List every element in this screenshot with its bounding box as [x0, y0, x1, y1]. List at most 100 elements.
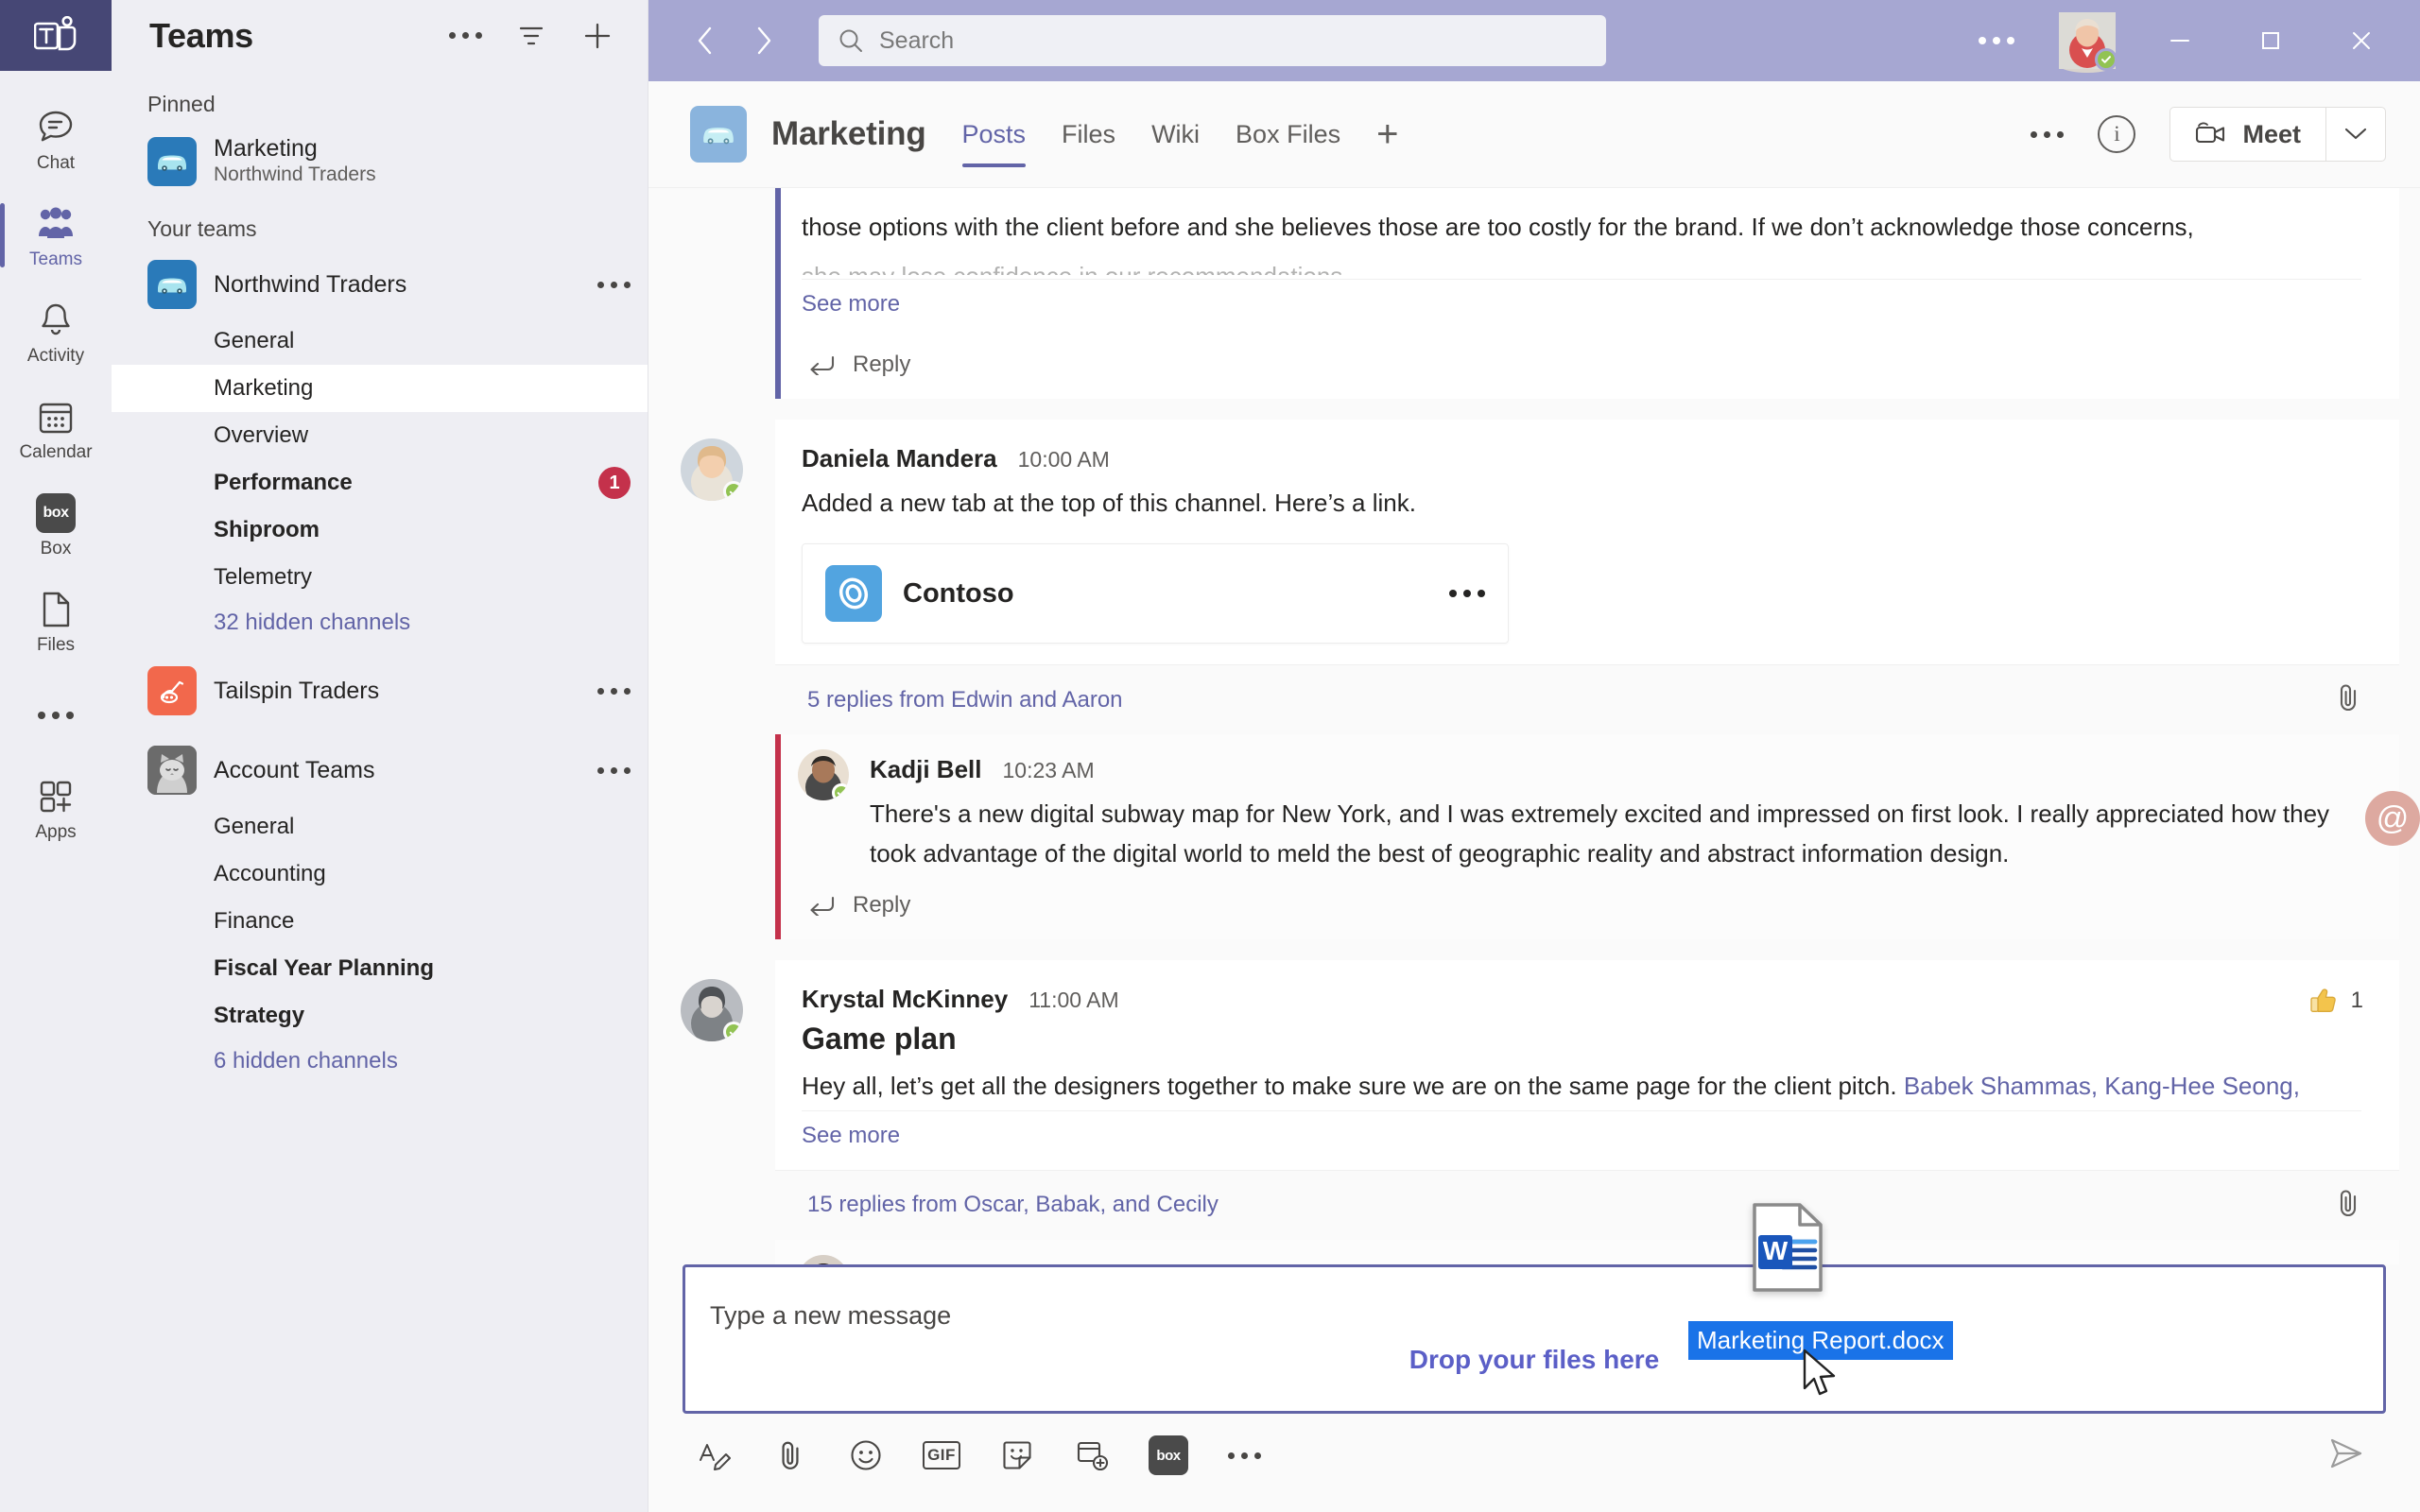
meet-options-button[interactable]	[2326, 108, 2385, 161]
reply-button[interactable]: Reply	[775, 879, 2399, 939]
team-more-options-button[interactable]	[597, 282, 631, 288]
rail-item-chat[interactable]: Chat	[0, 92, 112, 188]
tab-posts[interactable]: Posts	[962, 81, 1027, 188]
box-logo: box	[36, 493, 76, 533]
minimize-button[interactable]	[2153, 14, 2206, 67]
maximize-button[interactable]	[2244, 14, 2297, 67]
channel-account-general[interactable]: General	[112, 803, 648, 850]
paperclip-icon	[2335, 682, 2361, 713]
post-mentions[interactable]: Babek Shammas, Kang-Hee Seong,	[1904, 1072, 2300, 1100]
post-body: those options with the client before and…	[802, 207, 2361, 247]
tailspin-avatar	[147, 666, 197, 715]
message-input[interactable]: Type a new message Drop your files here	[683, 1264, 2386, 1414]
rail-item-label: Apps	[35, 823, 76, 841]
team-more-options-button[interactable]	[597, 688, 631, 695]
see-more-link[interactable]: See more	[802, 291, 900, 318]
replies-link[interactable]: 15 replies from Oscar, Babak, and Cecily	[807, 1192, 1219, 1218]
channel-tabs: Posts Files Wiki Box Files +	[962, 81, 1399, 188]
channel-title: Marketing	[771, 115, 926, 153]
box-icon[interactable]: box	[1148, 1435, 1189, 1476]
team-more-options-button[interactable]	[597, 767, 631, 774]
filter-button[interactable]	[515, 20, 547, 52]
unread-badge: 1	[598, 467, 631, 499]
channel-telemetry[interactable]: Telemetry	[112, 554, 648, 601]
teams-logo-icon	[34, 16, 78, 56]
meet-now-icon[interactable]	[1072, 1435, 1114, 1476]
team-northwind-traders[interactable]: Northwind Traders	[112, 251, 648, 318]
channel-marketing[interactable]: Marketing	[112, 365, 648, 412]
hidden-channels-account-teams[interactable]: 6 hidden channels	[112, 1040, 648, 1083]
link-card-contoso[interactable]: Contoso	[802, 543, 1509, 644]
forward-button[interactable]	[739, 16, 788, 65]
attachment-indicator-icon[interactable]	[2335, 682, 2361, 717]
more-icon	[1228, 1452, 1261, 1459]
teams-more-options-button[interactable]	[449, 20, 481, 52]
reaction-thumbs-up[interactable]: 1	[2308, 985, 2363, 1017]
team-account-teams[interactable]: Account Teams	[112, 737, 648, 803]
more-options-icon[interactable]	[1223, 1435, 1265, 1476]
format-icon[interactable]	[694, 1435, 735, 1476]
filter-icon	[517, 24, 545, 48]
attachment-indicator-icon[interactable]	[2335, 1188, 2361, 1223]
join-or-create-team-button[interactable]	[581, 20, 614, 52]
channel-fiscal-year-planning[interactable]: Fiscal Year Planning	[112, 945, 648, 992]
conversation-list[interactable]: those options with the client before and…	[648, 188, 2420, 1264]
channel-info-button[interactable]: i	[2098, 115, 2135, 153]
channel-label: Fiscal Year Planning	[214, 955, 434, 982]
channel-header: Marketing Posts Files Wiki Box Files + i	[648, 81, 2420, 188]
channel-strategy[interactable]: Strategy	[112, 992, 648, 1040]
sticker-icon[interactable]	[996, 1435, 1038, 1476]
rail-item-calendar[interactable]: Calendar	[0, 381, 112, 477]
link-card-options-button[interactable]	[1449, 590, 1485, 597]
mention-indicator[interactable]: @	[2365, 791, 2420, 846]
channel-accounting[interactable]: Accounting	[112, 850, 648, 898]
channel-header-actions: i Meet	[2031, 107, 2386, 162]
rail-more-apps-button[interactable]	[0, 670, 112, 761]
reply-button[interactable]: Reply	[775, 338, 2399, 399]
user-avatar-button[interactable]	[2059, 12, 2116, 69]
tab-box-files[interactable]: Box Files	[1236, 81, 1340, 188]
post-time: 10:00 AM	[1018, 447, 1110, 472]
send-icon[interactable]	[2327, 1436, 2365, 1475]
hidden-channels-northwind[interactable]: 32 hidden channels	[112, 601, 648, 644]
message-placeholder: Type a new message	[710, 1301, 951, 1331]
channel-general[interactable]: General	[112, 318, 648, 365]
tab-wiki[interactable]: Wiki	[1151, 81, 1200, 188]
see-more-link[interactable]: See more	[802, 1123, 900, 1149]
team-name: Account Teams	[214, 757, 374, 784]
rail-item-box[interactable]: box Box	[0, 477, 112, 574]
attach-icon[interactable]	[769, 1435, 811, 1476]
presence-available-icon	[832, 783, 849, 800]
channel-overview[interactable]: Overview	[112, 412, 648, 459]
rail-item-activity[interactable]: Activity	[0, 284, 112, 381]
app-rail: Chat Teams Activity Calendar	[0, 0, 112, 1512]
back-button[interactable]	[681, 16, 730, 65]
more-icon	[1449, 590, 1485, 597]
chat-icon	[36, 108, 76, 147]
channel-finance[interactable]: Finance	[112, 898, 648, 945]
channel-performance[interactable]: Performance 1	[112, 459, 648, 507]
channel-more-options-button[interactable]	[2031, 131, 2064, 138]
add-tab-button[interactable]: +	[1376, 119, 1398, 149]
team-name: Northwind Traders	[214, 271, 406, 299]
rail-item-label: Chat	[37, 154, 75, 172]
pinned-team-marketing[interactable]: Marketing Northwind Traders	[112, 127, 648, 196]
channel-shiproom[interactable]: Shiproom	[112, 507, 648, 554]
tab-files[interactable]: Files	[1062, 81, 1115, 188]
post-author: Krystal McKinney	[802, 985, 1008, 1014]
team-tailspin-traders[interactable]: Tailspin Traders	[112, 658, 648, 724]
rail-item-files[interactable]: Files	[0, 574, 112, 670]
giphy-icon[interactable]: GIF	[921, 1435, 962, 1476]
replies-link[interactable]: 5 replies from Edwin and Aaron	[807, 687, 1123, 713]
close-button[interactable]	[2335, 14, 2388, 67]
settings-and-more-button[interactable]	[1972, 16, 2021, 65]
rail-item-teams[interactable]: Teams	[0, 188, 112, 284]
calendar-icon	[36, 397, 76, 437]
reply-time: 10:23 AM	[1002, 758, 1094, 783]
rail-item-apps[interactable]: Apps	[0, 761, 112, 857]
emoji-icon[interactable]	[845, 1435, 887, 1476]
video-camera-icon	[2195, 122, 2227, 146]
reply-body: There's a new digital subway map for New…	[870, 794, 2342, 873]
search-input[interactable]: Search	[819, 15, 1606, 66]
meet-button[interactable]: Meet	[2170, 108, 2325, 161]
